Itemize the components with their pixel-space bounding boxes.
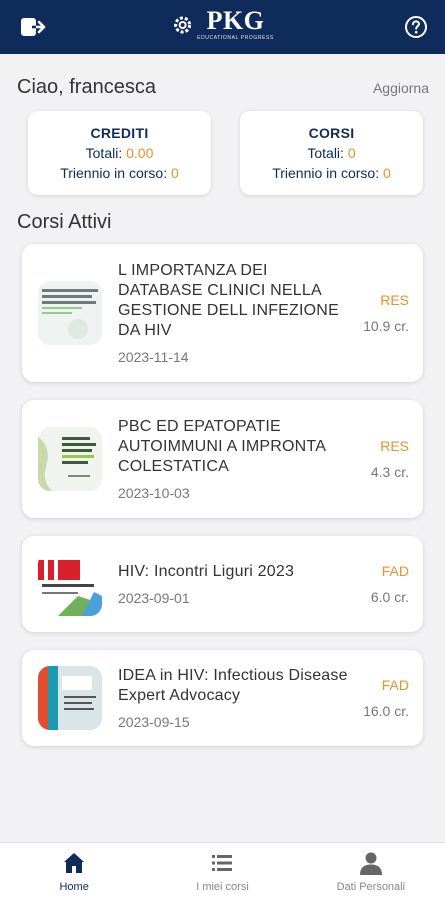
- person-icon: [359, 852, 382, 875]
- course-title: PBC ED EPATOPATIE AUTOIMMUNI A IMPRONTA …: [118, 418, 326, 475]
- stat-total-value: 0.00: [126, 145, 154, 161]
- course-thumbnail: [38, 427, 102, 491]
- course-date: 2023-10-03: [118, 485, 190, 501]
- course-card[interactable]: HIV: Incontri Liguri 2023 2023-09-01 FAD…: [22, 536, 423, 632]
- stats-row: CREDITI Totali: 0.00 Triennio in corso: …: [0, 99, 445, 195]
- course-card[interactable]: PBC ED EPATOPATIE AUTOIMMUNI A IMPRONTA …: [22, 400, 423, 518]
- gear-logo-icon: [173, 16, 191, 33]
- section-title: Corsi Attivi: [17, 211, 112, 233]
- course-thumbnail: [38, 666, 102, 730]
- greeting-row: Ciao, francesca Aggiorna: [0, 54, 445, 99]
- nav-home[interactable]: Home: [0, 843, 148, 900]
- logo-text: PKG: [206, 6, 265, 35]
- list-icon: [212, 854, 233, 871]
- stat-total: Totali: 0.00: [85, 145, 154, 161]
- course-credits: 4.3 cr.: [370, 464, 409, 480]
- stat-total-value: 0: [347, 145, 356, 161]
- pkg-logo: PKG EDUCATIONAL PROGRESS: [171, 8, 274, 41]
- stat-triennio-value: 0: [170, 165, 179, 181]
- course-credits: 10.9 cr.: [363, 318, 409, 334]
- course-card[interactable]: L IMPORTANZA DEI DATABASE CLINICI NELLA …: [22, 244, 423, 382]
- course-credits: 16.0 cr.: [363, 703, 409, 719]
- course-type: FAD: [381, 677, 409, 693]
- refresh-button[interactable]: Aggiorna: [373, 80, 429, 96]
- stat-triennio: Triennio in corso: 0: [60, 165, 179, 181]
- course-thumbnail: [38, 281, 102, 345]
- top-app-bar: PKG EDUCATIONAL PROGRESS: [0, 0, 445, 54]
- nav-label: I miei corsi: [196, 880, 249, 893]
- course-title: IDEA in HIV: Infectious Disease Expert A…: [118, 667, 348, 704]
- course-date: 2023-09-01: [118, 590, 190, 606]
- help-button[interactable]: [401, 12, 431, 42]
- nav-label: Home: [59, 880, 89, 893]
- nav-personal-data[interactable]: Dati Personali: [297, 843, 445, 900]
- course-list: L IMPORTANZA DEI DATABASE CLINICI NELLA …: [0, 234, 445, 746]
- nav-my-courses[interactable]: I miei corsi: [148, 843, 296, 900]
- course-credits: 6.0 cr.: [370, 589, 409, 605]
- course-date: 2023-09-15: [118, 714, 190, 730]
- course-type: FAD: [381, 563, 409, 579]
- stat-triennio: Triennio in corso: 0: [272, 165, 391, 181]
- nav-label: Dati Personali: [336, 880, 406, 893]
- course-title: L IMPORTANZA DEI DATABASE CLINICI NELLA …: [118, 262, 339, 339]
- stat-title: CORSI: [308, 125, 355, 141]
- credits-card: CREDITI Totali: 0.00 Triennio in corso: …: [28, 111, 211, 195]
- course-thumbnail: [38, 552, 102, 616]
- logout-icon: [21, 18, 46, 36]
- logo-subtext: EDUCATIONAL PROGRESS: [197, 35, 274, 41]
- bottom-navigation: Home I miei corsi Dati Personali: [0, 842, 445, 900]
- stat-triennio-value: 0: [382, 165, 391, 181]
- course-type: RES: [380, 438, 409, 454]
- help-icon: [405, 16, 427, 38]
- course-card[interactable]: IDEA in HIV: Infectious Disease Expert A…: [22, 650, 423, 746]
- stat-total: Totali: 0: [307, 145, 356, 161]
- course-date: 2023-11-14: [118, 349, 189, 365]
- logout-button[interactable]: [18, 12, 48, 42]
- course-title: HIV: Incontri Liguri 2023: [118, 563, 295, 580]
- stat-title: CREDITI: [90, 125, 149, 141]
- courses-card: CORSI Totali: 0 Triennio in corso: 0: [240, 111, 423, 195]
- course-type: RES: [380, 292, 409, 308]
- home-icon: [64, 852, 85, 873]
- greeting-text: Ciao, francesca: [17, 76, 156, 98]
